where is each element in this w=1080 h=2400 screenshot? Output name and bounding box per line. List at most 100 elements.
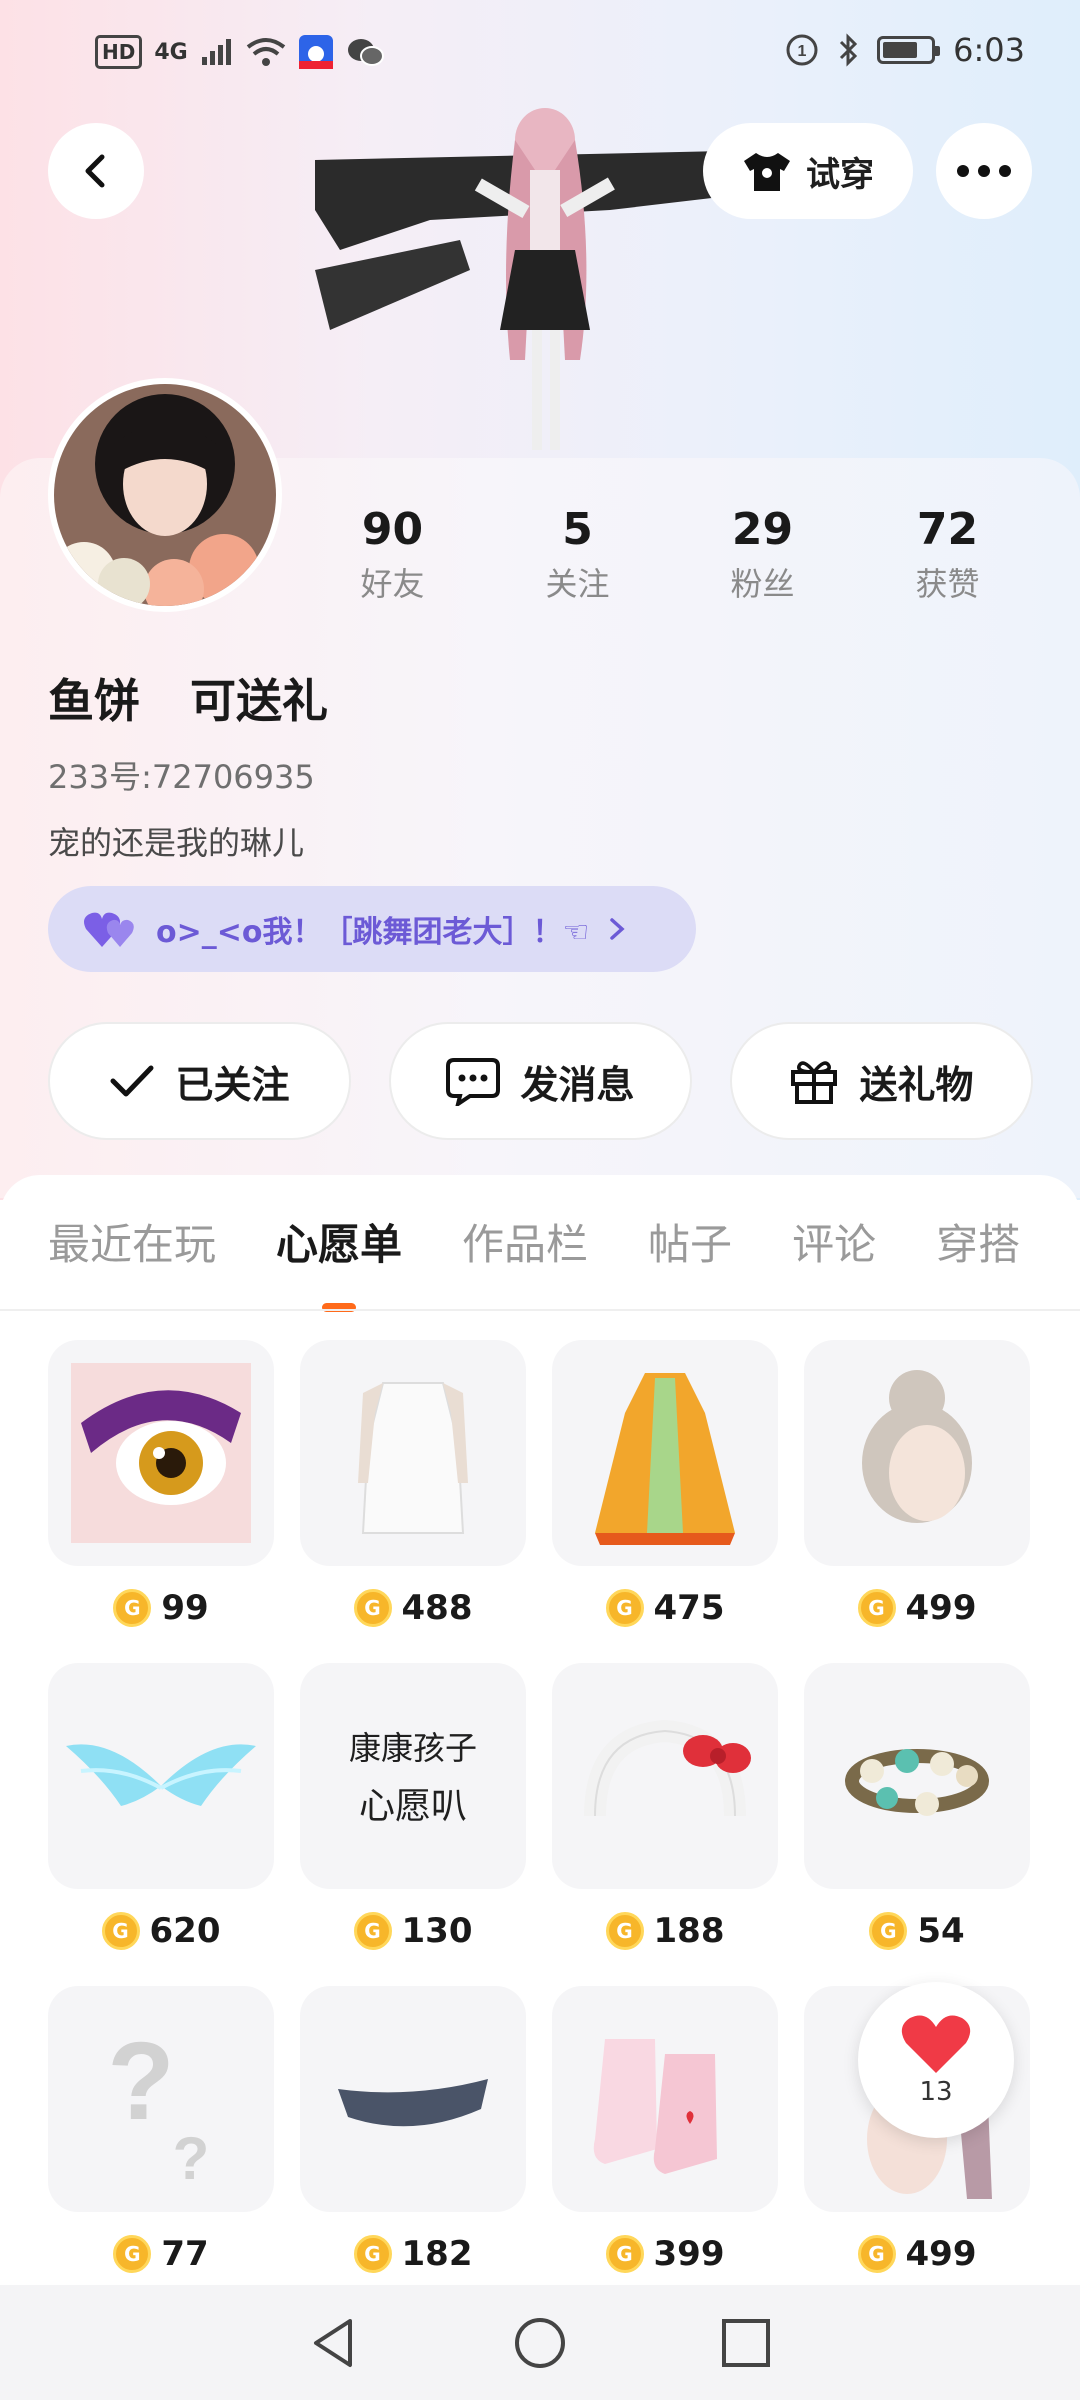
tab-wishlist-label: 心愿单 — [276, 1220, 403, 1269]
wishlist-item[interactable]: G 182 — [300, 1986, 526, 2309]
item-price: G 499 — [804, 2234, 1030, 2274]
stat-fans[interactable]: 29 粉丝 — [670, 500, 855, 608]
wishlist-item[interactable]: 康康孩子 心愿叭 G 130 — [300, 1663, 526, 1986]
question-mark-icon: ?? — [107, 2020, 210, 2192]
wishlist-item[interactable]: G 99 — [48, 1340, 274, 1663]
item-price: G 399 — [552, 2234, 778, 2274]
nav-home-icon[interactable] — [512, 2315, 568, 2371]
tab-bar: 最近在玩 心愿单 作品栏 帖子 评论 穿搭 — [48, 1211, 1020, 1312]
message-label: 发消息 — [520, 1062, 635, 1107]
coin-icon: G — [605, 2235, 644, 2273]
back-button[interactable] — [48, 123, 144, 219]
price-value: 488 — [401, 1588, 473, 1628]
coin-icon: G — [353, 1589, 392, 1627]
tab-posts[interactable]: 帖子 — [648, 1211, 732, 1272]
item-price: G 77 — [48, 2234, 274, 2274]
tshirt-icon — [744, 153, 790, 191]
stat-value: 90 — [361, 504, 424, 555]
wishlist-grid: G 99 G 488 G 475 G 499 G 620 康康孩子 心愿叭 G … — [48, 1340, 1032, 2309]
item-price: G 182 — [300, 2234, 526, 2274]
price-value: 54 — [917, 1911, 965, 1951]
data-saver-icon: 1 — [785, 28, 819, 72]
gift-button[interactable]: 送礼物 — [730, 1022, 1033, 1140]
stat-likes[interactable]: 72 获赞 — [855, 500, 1040, 608]
wishlist-item[interactable]: G 54 — [804, 1663, 1030, 1986]
nav-back-icon[interactable] — [306, 2315, 362, 2371]
gift-label: 送礼物 — [859, 1062, 974, 1107]
coin-icon: G — [605, 1589, 644, 1627]
battery-icon — [877, 36, 941, 64]
price-value: 499 — [905, 1588, 977, 1628]
wechat-icon — [346, 30, 384, 74]
wishlist-item[interactable]: G 475 — [552, 1340, 778, 1663]
action-row: 已关注 发消息 送礼物 — [48, 1022, 1033, 1140]
price-value: 620 — [149, 1911, 221, 1951]
item-thumbnail — [804, 1663, 1030, 1889]
status-bar: HD 4G 1 6:03 — [0, 0, 1080, 105]
group-tag[interactable]: o>_<o我！［跳舞团老大］！☜ — [48, 886, 696, 972]
item-thumbnail: 康康孩子 心愿叭 — [300, 1663, 526, 1889]
tab-recent[interactable]: 最近在玩 — [48, 1211, 216, 1272]
coin-icon: G — [857, 1589, 896, 1627]
item-price: G 499 — [804, 1588, 1030, 1628]
like-button[interactable]: 13 — [858, 1982, 1014, 2138]
item-thumbnail — [804, 1340, 1030, 1566]
svg-text:?: ? — [173, 2125, 210, 2192]
price-value: 130 — [401, 1911, 473, 1951]
item-price: G 130 — [300, 1911, 526, 1951]
wishlist-item[interactable]: G 499 — [804, 1340, 1030, 1663]
system-nav-bar — [0, 2285, 1080, 2400]
coin-icon: G — [869, 1912, 908, 1950]
coin-icon: G — [605, 1912, 644, 1950]
price-value: 475 — [653, 1588, 725, 1628]
coin-icon: G — [353, 2235, 392, 2273]
stat-value: 5 — [562, 504, 593, 555]
price-value: 182 — [401, 2234, 473, 2274]
item-thumbnail — [552, 1340, 778, 1566]
item-thumbnail — [48, 1340, 274, 1566]
tab-outfits[interactable]: 穿搭 — [936, 1211, 1020, 1272]
tab-wishlist[interactable]: 心愿单 — [276, 1211, 403, 1312]
try-on-button[interactable]: 试穿 — [703, 123, 913, 219]
more-button[interactable] — [936, 123, 1032, 219]
item-thumbnail — [300, 1986, 526, 2212]
price-value: 188 — [653, 1911, 725, 1951]
wishlist-item[interactable]: G 488 — [300, 1340, 526, 1663]
try-on-label: 试穿 — [806, 154, 874, 195]
price-value: 499 — [905, 2234, 977, 2274]
stat-label: 获赞 — [915, 565, 980, 603]
stat-label: 粉丝 — [730, 565, 795, 603]
stat-label: 好友 — [360, 565, 425, 603]
avatar[interactable] — [48, 378, 282, 612]
item-thumbnail — [48, 1663, 274, 1889]
hearts-icon — [84, 912, 134, 947]
bluetooth-icon — [837, 28, 859, 72]
nickname: 鱼饼 可送礼 — [48, 665, 328, 731]
following-button[interactable]: 已关注 — [48, 1022, 351, 1140]
item-thumbnail — [552, 1663, 778, 1889]
wishlist-item[interactable]: ?? G 77 — [48, 1986, 274, 2309]
coin-icon: G — [113, 1589, 152, 1627]
message-button[interactable]: 发消息 — [389, 1022, 692, 1140]
item-card-text-bottom: 心愿叭 — [358, 1786, 467, 1827]
coin-icon: G — [857, 2235, 896, 2273]
price-value: 99 — [161, 1588, 209, 1628]
item-price: G 475 — [552, 1588, 778, 1628]
price-value: 77 — [161, 2234, 209, 2274]
more-dots-icon — [957, 165, 1011, 177]
tab-comments[interactable]: 评论 — [792, 1211, 876, 1272]
like-count: 13 — [919, 2077, 953, 2107]
nav-recents-icon[interactable] — [718, 2315, 774, 2371]
stat-friends[interactable]: 90 好友 — [300, 500, 485, 608]
profile-stats: 90 好友 5 关注 29 粉丝 72 获赞 — [300, 500, 1040, 608]
hd-icon: HD — [95, 35, 143, 69]
item-card-text-top: 康康孩子 — [348, 1729, 477, 1767]
stat-following[interactable]: 5 关注 — [485, 500, 670, 608]
wishlist-item[interactable]: G 620 — [48, 1663, 274, 1986]
coin-icon: G — [101, 1912, 140, 1950]
wishlist-item[interactable]: G 399 — [552, 1986, 778, 2309]
wishlist-item[interactable]: G 188 — [552, 1663, 778, 1986]
price-value: 399 — [653, 2234, 725, 2274]
stat-value: 72 — [916, 504, 979, 555]
tab-works[interactable]: 作品栏 — [462, 1211, 588, 1272]
